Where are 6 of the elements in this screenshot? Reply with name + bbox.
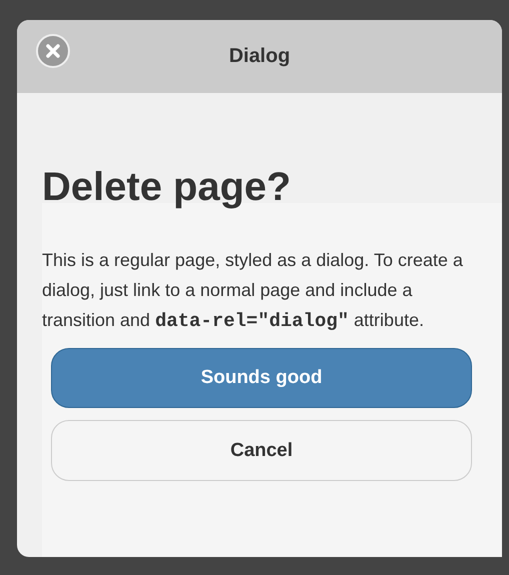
- dialog-message: This is a regular page, styled as a dialog. To create a dialog, just link to a normal page and include a transition and data-rel="dialog" attribute.: [42, 249, 464, 334]
- cancel-button[interactable]: Cancel: [51, 420, 472, 481]
- dialog-title: Dialog: [228, 45, 290, 68]
- confirm-button[interactable]: Sounds good: [51, 348, 472, 408]
- close-icon[interactable]: [35, 33, 71, 69]
- dialog-heading: Delete page?: [42, 164, 292, 211]
